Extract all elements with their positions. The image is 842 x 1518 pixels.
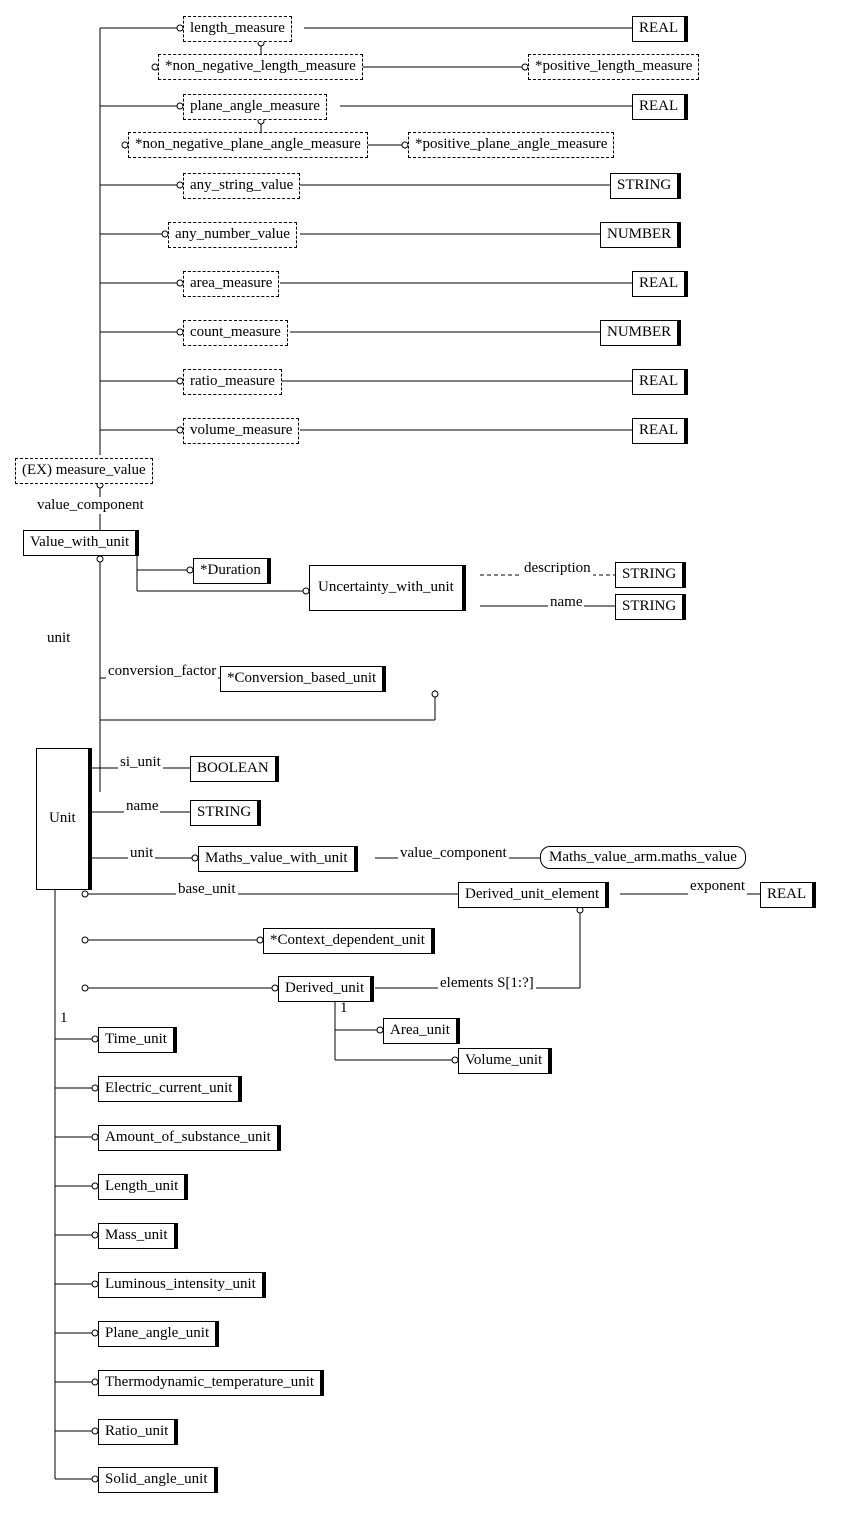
length-measure: length_measure xyxy=(183,16,292,42)
name-label-2: name xyxy=(124,798,160,815)
luminous-intensity-unit: Luminous_intensity_unit xyxy=(98,1272,266,1298)
mass-unit: Mass_unit xyxy=(98,1223,178,1249)
time-unit: Time_unit xyxy=(98,1027,177,1053)
derived-unit-element: Derived_unit_element xyxy=(458,882,609,908)
base-unit-label: base_unit xyxy=(176,881,238,898)
string-type-1: STRING xyxy=(610,173,681,199)
plane-angle-unit: Plane_angle_unit xyxy=(98,1321,219,1347)
real-type-1: REAL xyxy=(632,16,688,42)
one-label-2: 1 xyxy=(338,1000,350,1017)
non-negative-plane-angle-measure: *non_negative_plane_angle_measure xyxy=(128,132,368,158)
volume-measure: volume_measure xyxy=(183,418,299,444)
any-number-value: any_number_value xyxy=(168,222,297,248)
boolean-type: BOOLEAN xyxy=(190,756,279,782)
real-type-6: REAL xyxy=(760,882,816,908)
ex-measure-value: (EX) measure_value xyxy=(15,458,153,484)
real-type-5: REAL xyxy=(632,418,688,444)
derived-unit: Derived_unit xyxy=(278,976,374,1002)
length-unit: Length_unit xyxy=(98,1174,188,1200)
string-type-4: STRING xyxy=(190,800,261,826)
amount-of-substance-unit: Amount_of_substance_unit xyxy=(98,1125,281,1151)
exponent-label: exponent xyxy=(688,878,747,895)
string-type-2: STRING xyxy=(615,562,686,588)
conversion-based-unit: *Conversion_based_unit xyxy=(220,666,386,692)
unit-label: unit xyxy=(45,630,72,647)
value-component-label-2: value_component xyxy=(398,845,509,862)
conversion-factor-label: conversion_factor xyxy=(106,663,218,680)
context-dependent-unit: *Context_dependent_unit xyxy=(263,928,435,954)
unit-entity: Unit xyxy=(36,748,92,890)
electric-current-unit: Electric_current_unit xyxy=(98,1076,242,1102)
any-string-value: any_string_value xyxy=(183,173,300,199)
positive-plane-angle-measure: *positive_plane_angle_measure xyxy=(408,132,614,158)
count-measure: count_measure xyxy=(183,320,288,346)
area-measure: area_measure xyxy=(183,271,279,297)
maths-value-ref: Maths_value_arm.maths_value xyxy=(540,846,746,869)
plane-angle-measure: plane_angle_measure xyxy=(183,94,327,120)
thermodynamic-temperature-unit: Thermodynamic_temperature_unit xyxy=(98,1370,324,1396)
real-type-2: REAL xyxy=(632,94,688,120)
one-label-1: 1 xyxy=(58,1010,70,1027)
string-type-3: STRING xyxy=(615,594,686,620)
name-label-1: name xyxy=(548,594,584,611)
number-type-2: NUMBER xyxy=(600,320,681,346)
value-with-unit: Value_with_unit xyxy=(23,530,139,556)
uncertainty-with-unit: Uncertainty_with_unit xyxy=(309,565,466,611)
description-label: description xyxy=(522,560,593,577)
real-type-4: REAL xyxy=(632,369,688,395)
ratio-measure: ratio_measure xyxy=(183,369,282,395)
real-type-3: REAL xyxy=(632,271,688,297)
volume-unit: Volume_unit xyxy=(458,1048,552,1074)
ratio-unit: Ratio_unit xyxy=(98,1419,178,1445)
elements-label: elements S[1:?] xyxy=(438,975,536,992)
unit-attr-label: unit xyxy=(128,845,155,862)
duration: *Duration xyxy=(193,558,271,584)
number-type-1: NUMBER xyxy=(600,222,681,248)
si-unit-label: si_unit xyxy=(118,754,163,771)
solid-angle-unit: Solid_angle_unit xyxy=(98,1467,218,1493)
area-unit: Area_unit xyxy=(383,1018,460,1044)
maths-value-with-unit: Maths_value_with_unit xyxy=(198,846,358,872)
value-component-label: value_component xyxy=(35,497,146,514)
positive-length-measure: *positive_length_measure xyxy=(528,54,699,80)
non-negative-length-measure: *non_negative_length_measure xyxy=(158,54,363,80)
